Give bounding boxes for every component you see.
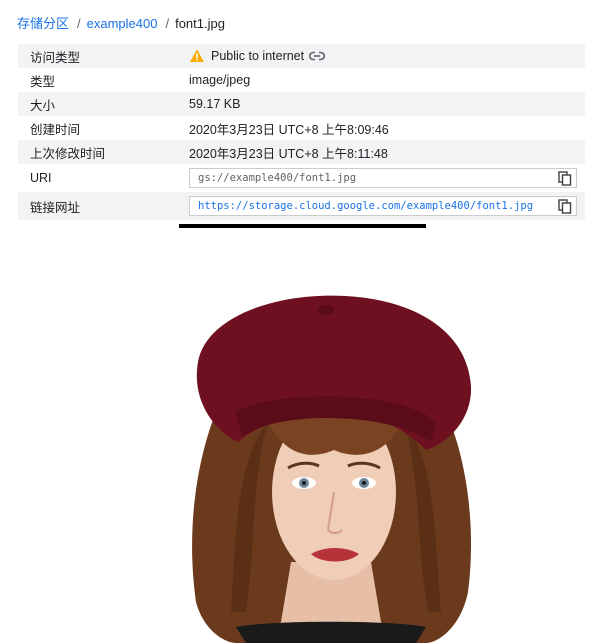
breadcrumb-buckets-link[interactable]: 存储分区: [17, 16, 69, 31]
breadcrumb-bucket-link[interactable]: example400: [87, 16, 158, 31]
redaction-underline: [179, 224, 426, 228]
object-details-page: 存储分区 / example400 / font1.jpg 访问类型 Public to…: [0, 0, 606, 643]
image-preview: [192, 295, 472, 643]
breadcrumb-separator: /: [165, 16, 170, 31]
breadcrumb-current-file: font1.jpg: [175, 16, 225, 31]
details-row-modified: 上次修改时间 2020年3月23日 UTC+8 上午8:11:48: [18, 140, 585, 164]
details-value: 2020年3月23日 UTC+8 上午8:09:46: [189, 122, 389, 137]
details-value: image/jpeg: [189, 73, 251, 87]
details-row-link-url: 链接网址 https://storage.cloud.google.com/ex…: [18, 192, 585, 220]
copy-icon[interactable]: [558, 171, 572, 186]
breadcrumb: 存储分区 / example400 / font1.jpg: [17, 15, 225, 33]
details-value: 59.17 KB: [189, 97, 241, 111]
object-details-table: 访问类型 Public to internet 类型 image/jpeg 大小…: [18, 44, 585, 220]
access-type-text: Public to internet: [211, 49, 305, 63]
link-url-text[interactable]: https://storage.cloud.google.com/example…: [198, 200, 533, 212]
link-url-field[interactable]: https://storage.cloud.google.com/example…: [189, 196, 577, 216]
details-label: URI: [30, 171, 52, 185]
breadcrumb-separator: /: [77, 16, 81, 31]
details-value: https://storage.cloud.google.com/example…: [189, 196, 585, 216]
details-label: 创建时间: [30, 122, 81, 137]
details-row-type: 类型 image/jpeg: [18, 68, 585, 92]
details-label: 上次修改时间: [30, 146, 106, 161]
details-label: 大小: [30, 98, 56, 113]
details-row-created: 创建时间 2020年3月23日 UTC+8 上午8:09:46: [18, 116, 585, 140]
details-label: 访问类型: [30, 50, 81, 65]
details-label: 类型: [30, 74, 56, 89]
details-value: Public to internet: [189, 48, 585, 64]
warning-icon: [190, 49, 204, 62]
details-row-uri: URI gs://example400/font1.jpg: [18, 164, 585, 192]
details-value: 2020年3月23日 UTC+8 上午8:11:48: [189, 146, 388, 161]
uri-text[interactable]: gs://example400/font1.jpg: [198, 172, 356, 184]
link-icon[interactable]: [309, 51, 326, 61]
uri-field[interactable]: gs://example400/font1.jpg: [189, 168, 577, 188]
details-value: gs://example400/font1.jpg: [189, 168, 585, 188]
copy-icon[interactable]: [558, 199, 572, 214]
details-row-size: 大小 59.17 KB: [18, 92, 585, 116]
details-label: 链接网址: [30, 200, 81, 215]
details-row-access-type: 访问类型 Public to internet: [18, 44, 585, 68]
